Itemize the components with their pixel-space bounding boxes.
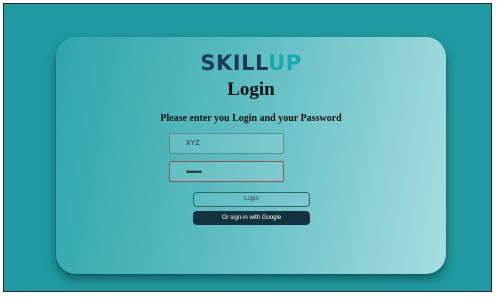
login-instructions: Please enter you Login and your Password — [160, 113, 342, 124]
logo-text-skill: SKILL — [200, 51, 269, 75]
page-title: Login — [227, 79, 275, 100]
google-signin-button[interactable]: Or sign-in with Google — [193, 211, 310, 225]
login-button[interactable]: Login — [193, 192, 310, 207]
password-input[interactable] — [169, 161, 284, 182]
skillup-logo: SKILLUP — [56, 51, 446, 75]
login-input[interactable] — [169, 133, 284, 154]
app-background: SKILLUP Login Please enter you Login and… — [3, 3, 492, 292]
login-card: SKILLUP Login Please enter you Login and… — [56, 37, 446, 274]
logo-text-up: UP — [268, 51, 302, 75]
